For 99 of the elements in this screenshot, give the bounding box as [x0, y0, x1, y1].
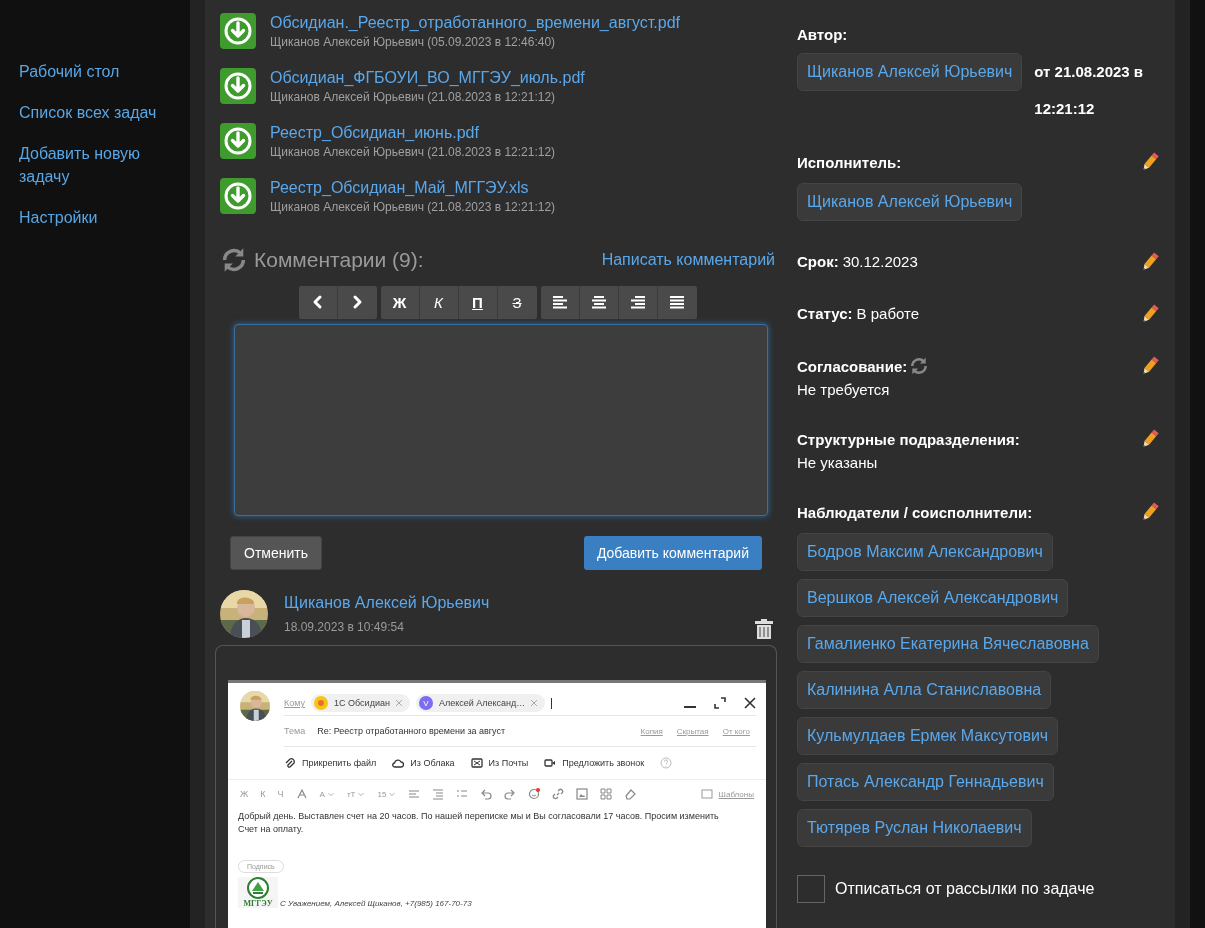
trash-icon[interactable]	[755, 619, 773, 640]
align-icon	[408, 788, 421, 801]
company-logo-icon	[314, 696, 329, 711]
download-icon[interactable]	[220, 68, 256, 105]
bold-button[interactable]: Ж	[380, 285, 420, 319]
undo-icon	[480, 788, 493, 801]
file-meta: Щиканов Алексей Юрьевич (21.08.2023 в 12:21:12)	[270, 89, 557, 104]
email-body-text: Добрый день. Выставлен счет на 20 часов. По нашей переписке мы и Вы согласовали 17 часов. Просим изменить Счет на оплату.	[237, 810, 720, 837]
align-center-icon[interactable]	[590, 294, 607, 311]
field-value: В работе	[856, 305, 920, 322]
image-icon	[576, 788, 589, 801]
action-link[interactable]: Прикрепить файл	[302, 758, 377, 769]
subject-label: Тема	[284, 726, 306, 737]
subject-field[interactable]: Re: Реестр отработанного времени за август	[317, 726, 506, 737]
person-chip[interactable]: Гамалиенко Екатерина Вячеславовна	[797, 625, 1099, 663]
redo-icon	[504, 788, 517, 801]
logo-drawing: МГГЭУ	[238, 877, 278, 909]
field-value: Не указаны	[797, 454, 879, 471]
download-icon[interactable]	[220, 123, 256, 160]
checkbox-label[interactable]: Отписаться от рассылки по задаче	[835, 880, 1095, 898]
close-icon[interactable]	[744, 697, 756, 710]
created-date: от 21.08.2023 в 12:21:12	[1034, 62, 1145, 119]
person-chip[interactable]: Потась Александр Геннадьевич	[797, 763, 1054, 801]
field-label: Срок:	[797, 253, 839, 270]
person-chip[interactable]: Тютярев Руслан Николаевич	[797, 809, 1032, 847]
highlight-icon	[295, 788, 308, 801]
sidebar-link[interactable]: Настройки	[19, 206, 169, 229]
person-chip[interactable]: Калинина Алла Станиславовна	[797, 671, 1052, 709]
file-link[interactable]: Обсидиан._Реестр_отработанного_времени_август.pdf	[270, 14, 681, 32]
cloud-icon	[392, 757, 405, 770]
file-meta: Щиканов Алексей Юрьевич (21.08.2023 в 12:21:12)	[270, 199, 556, 214]
comments-heading: Комментарии (9):	[254, 247, 424, 272]
action-link[interactable]: Из Почты	[488, 758, 529, 769]
add-comment-button[interactable]: Добавить комментарий	[583, 535, 762, 570]
field-label: Структурные подразделения:	[797, 430, 1020, 448]
comment-time: 18.09.2023 в 10:49:54	[284, 620, 405, 635]
download-icon[interactable]	[220, 13, 256, 50]
recipient-name: 1С Обсидиан	[334, 698, 390, 709]
field-label: Статус:	[797, 305, 853, 322]
refresh-icon[interactable]	[909, 356, 930, 376]
caret-icon	[357, 790, 366, 799]
template-icon	[700, 788, 713, 801]
recipient-chip[interactable]: 1С Обсидиан	[311, 694, 410, 713]
eraser-icon	[624, 788, 637, 801]
field-value: 30.12.2023	[842, 253, 918, 270]
file-meta: Щиканов Алексей Юрьевич (21.08.2023 в 12:21:12)	[270, 144, 556, 159]
file-link[interactable]: Реестр_Обсидиан_Май_МГГЭУ.xls	[270, 178, 556, 197]
download-icon[interactable]	[220, 178, 256, 215]
expand-icon[interactable]	[714, 697, 726, 710]
link-icon	[552, 788, 565, 801]
caret-icon	[326, 790, 335, 799]
video-camera-icon	[544, 757, 557, 770]
caret-icon	[388, 790, 397, 799]
format-dropdown[interactable]: A	[319, 789, 325, 799]
align-left-icon[interactable]	[551, 294, 568, 311]
format-button[interactable]: Ж	[240, 789, 249, 800]
justify-icon[interactable]	[669, 294, 685, 311]
signature-text: С Уважением, Алексей Щиканов, +7(985) 167-70-73	[280, 899, 472, 909]
initial-avatar: V	[418, 696, 433, 711]
sidebar-link[interactable]: Добавить новую задачу	[19, 142, 169, 188]
field-label: Исполнитель:	[797, 153, 902, 171]
checkbox[interactable]	[797, 875, 825, 903]
text-cursor	[551, 697, 553, 709]
field-label: Автор:	[797, 26, 848, 43]
person-chip[interactable]: Кульмулдаев Ермек Максутович	[797, 717, 1059, 755]
field-label: Наблюдатели / соисполнители:	[797, 503, 1033, 521]
format-dropdown[interactable]: тТ	[346, 789, 356, 799]
templates-link[interactable]: Шаблоны	[718, 789, 754, 799]
paperclip-icon	[284, 757, 296, 770]
align-right-icon[interactable]	[629, 294, 646, 311]
format-dropdown[interactable]: 15	[377, 789, 387, 799]
envelope-icon	[470, 757, 483, 770]
smiley-icon	[528, 788, 541, 801]
file-link[interactable]: Обсидиан_ФГБОУИ_ВО_МГГЭУ_июль.pdf	[270, 68, 585, 87]
cancel-button[interactable]: Отменить	[230, 535, 322, 570]
action-link[interactable]: Предложить звонок	[562, 758, 645, 769]
header-link[interactable]: Скрытая	[676, 726, 709, 736]
file-meta: Щиканов Алексей Юрьевич (05.09.2023 в 12:46:40)	[270, 35, 557, 49]
action-link[interactable]: Из Облака	[410, 758, 455, 769]
field-label: Согласование:	[797, 357, 908, 375]
file-link[interactable]: Реестр_Обсидиан_июнь.pdf	[270, 123, 556, 142]
sidebar-link[interactable]: Рабочий стол	[19, 60, 169, 83]
recipient-chip[interactable]: V Алексей Александ…	[415, 694, 546, 713]
format-button[interactable]: Ч	[277, 789, 284, 800]
person-chip[interactable]: Бодров Максим Александрович	[797, 533, 1053, 571]
sidebar-link[interactable]: Список всех задач	[19, 101, 169, 124]
indent-icon	[432, 788, 445, 801]
grid-icon	[600, 788, 613, 801]
person-chip[interactable]: Вершков Алексей Александрович	[797, 579, 1069, 617]
format-button[interactable]: К	[260, 789, 266, 800]
header-link[interactable]: От кого	[722, 726, 750, 736]
header-link[interactable]: Копия	[640, 726, 663, 736]
comment-author-link[interactable]: Щиканов Алексей Юрьевич	[284, 594, 739, 613]
write-comment-link[interactable]: Написать комментарий	[601, 250, 775, 269]
person-chip[interactable]: Щиканов Алексей Юрьевич	[797, 53, 1023, 91]
recipient-name: Алексей Александ…	[438, 698, 526, 709]
field-value: Не требуется	[797, 381, 891, 398]
to-label[interactable]: Кому	[284, 698, 306, 709]
person-chip[interactable]: Щиканов Алексей Юрьевич	[797, 183, 1023, 221]
